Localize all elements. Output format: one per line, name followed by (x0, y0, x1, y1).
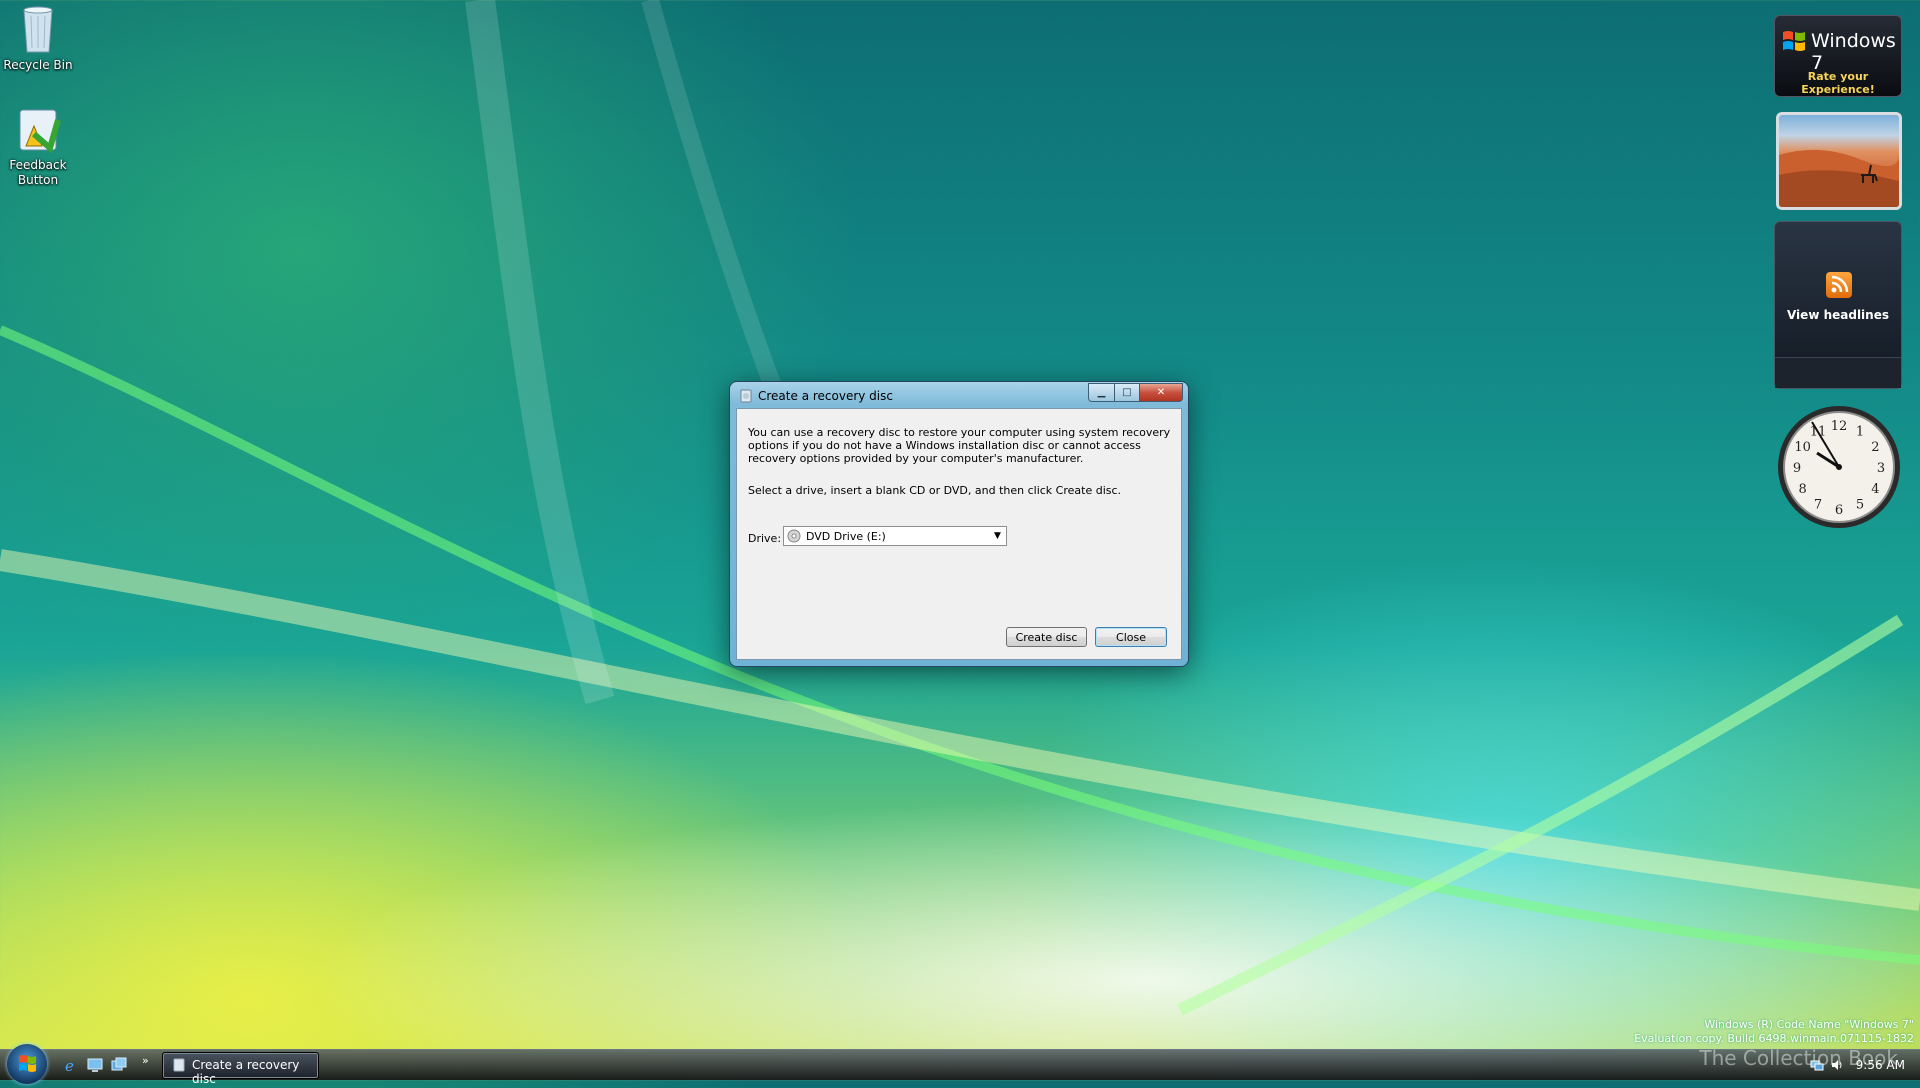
taskbar-item-recovery-disc[interactable]: Create a recovery disc (162, 1052, 319, 1086)
chevron-down-icon[interactable]: ▼ (989, 527, 1006, 545)
svg-text:e: e (65, 1057, 74, 1074)
rating-gadget-subtitle[interactable]: Rate your Experience! (1775, 70, 1901, 96)
drive-label: Drive: (748, 532, 782, 545)
volume-icon[interactable] (1830, 1058, 1844, 1072)
dialog-description: You can use a recovery disc to restore y… (748, 426, 1171, 465)
clock-numeral: 2 (1871, 440, 1879, 455)
show-desktop-icon[interactable] (86, 1056, 104, 1074)
recycle-bin-label: Recycle Bin (3, 58, 73, 72)
windows-orb-icon (19, 1055, 36, 1072)
switch-windows-icon[interactable] (110, 1056, 128, 1074)
drive-select[interactable]: DVD Drive (E:) ▼ (783, 526, 1007, 546)
taskbar-item-label: Create a recovery disc (192, 1058, 300, 1086)
recycle-bin-shortcut[interactable]: Recycle Bin (0, 2, 76, 73)
view-headlines-link[interactable]: View headlines (1775, 308, 1901, 322)
recycle-bin-icon (23, 6, 53, 53)
clock-time[interactable]: 9:56 AM (1856, 1058, 1905, 1072)
watermark-line-2: Evaluation copy. Build 6498.winmain.0711… (1634, 1032, 1914, 1045)
dialog-instruction: Select a drive, insert a blank CD or DVD… (748, 484, 1122, 497)
feedback-button-label: Feedback Button (9, 158, 67, 187)
clock-face: 121234567891011 (1778, 406, 1900, 528)
drive-select-value: DVD Drive (E:) (806, 530, 886, 543)
caption-buttons: ▁ □ ✕ (1088, 383, 1183, 402)
clock-numeral: 12 (1831, 419, 1848, 434)
clock-numeral: 1 (1856, 425, 1864, 440)
watermark-line-1: Windows (R) Code Name "Windows 7" (1704, 1018, 1914, 1031)
feed-headlines-gadget[interactable]: View headlines (1774, 221, 1902, 389)
close-button[interactable]: Close (1095, 627, 1167, 647)
windows7-rating-gadget[interactable]: Windows 7 Rate your Experience! (1774, 15, 1902, 97)
dialog-body: You can use a recovery disc to restore y… (736, 408, 1182, 660)
build-watermark: Windows (R) Code Name "Windows 7" Evalua… (1634, 1018, 1914, 1046)
rating-gadget-title: Windows 7 (1811, 30, 1896, 74)
maximize-icon: □ (1122, 387, 1132, 398)
quick-launch-chevron[interactable]: » (142, 1054, 149, 1067)
feed-gadget-footer (1775, 357, 1901, 388)
dvd-drive-icon (787, 529, 801, 543)
desert-photo (1779, 149, 1899, 207)
internet-explorer-icon[interactable]: e (62, 1056, 80, 1074)
clock-numeral: 3 (1877, 461, 1885, 476)
feedback-icon (19, 109, 61, 154)
taskbar: e » Create a recovery disc The Collectio… (0, 1044, 1920, 1086)
recovery-disc-app-icon (740, 389, 752, 403)
clock-numeral: 5 (1856, 497, 1864, 512)
close-window-button[interactable]: ✕ (1140, 383, 1183, 402)
network-icon[interactable] (1810, 1058, 1824, 1072)
clock-gadget[interactable]: 121234567891011 (1776, 404, 1902, 530)
dialog-title: Create a recovery disc (758, 389, 893, 403)
clock-numeral: 10 (1794, 440, 1811, 455)
clock-numeral: 8 (1798, 482, 1806, 497)
start-button[interactable] (7, 1044, 47, 1084)
windows-flag-icon (1783, 31, 1805, 51)
feedback-button-shortcut[interactable]: Feedback Button (0, 106, 76, 188)
maximize-button[interactable]: □ (1115, 383, 1140, 402)
slideshow-gadget[interactable] (1776, 112, 1902, 210)
create-disc-button[interactable]: Create disc (1006, 627, 1087, 647)
recovery-disc-task-icon (173, 1058, 185, 1072)
clock-numeral: 9 (1793, 461, 1801, 476)
recovery-disc-dialog: Create a recovery disc ▁ □ ✕ You can use… (730, 382, 1188, 666)
close-icon: ✕ (1156, 387, 1166, 398)
clock-numeral: 4 (1871, 482, 1879, 497)
rss-icon (1826, 272, 1852, 298)
clock-numeral: 6 (1835, 503, 1843, 518)
minimize-icon: ▁ (1097, 387, 1106, 398)
clock-numeral: 7 (1814, 497, 1822, 512)
minimize-button[interactable]: ▁ (1088, 383, 1115, 402)
